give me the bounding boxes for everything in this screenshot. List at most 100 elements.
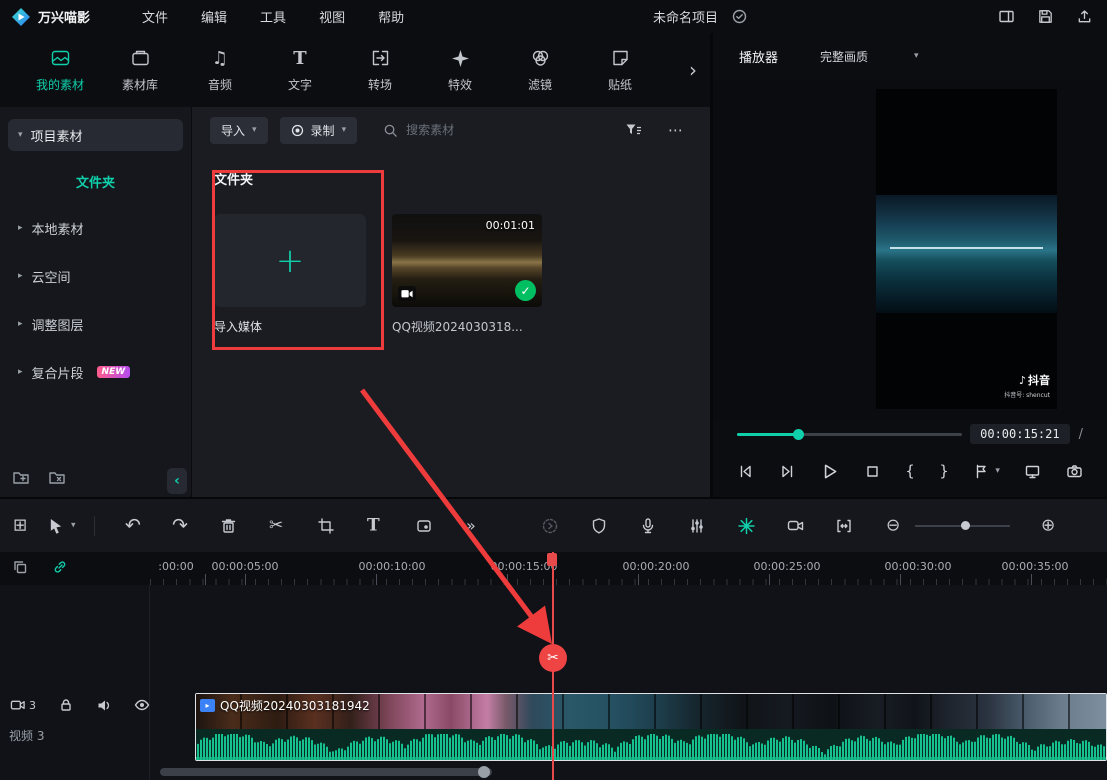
ruler-label: 00:00:35:00 xyxy=(1001,560,1068,573)
search-icon xyxy=(383,123,398,138)
caret-down-icon: ▾ xyxy=(252,125,257,135)
export-icon[interactable] xyxy=(1076,8,1093,25)
stop-button[interactable] xyxy=(864,463,881,480)
snapshot-button[interactable] xyxy=(1066,463,1083,480)
crop-button[interactable] xyxy=(318,518,334,534)
more-tabs-chevron-icon[interactable]: › xyxy=(680,33,706,107)
undo-button[interactable]: ↶ xyxy=(125,516,141,535)
select-tool-caret-icon[interactable]: ▾ xyxy=(71,521,76,530)
clip-name: QQ视频20240303181942 xyxy=(220,697,370,714)
tab-my-media[interactable]: 我的素材 xyxy=(20,33,100,107)
more-tools-button[interactable]: » xyxy=(466,518,476,534)
tab-label: 素材库 xyxy=(122,76,158,93)
next-frame-button[interactable] xyxy=(779,463,796,480)
tab-filters[interactable]: 滤镜 xyxy=(500,33,580,107)
scrollbar-handle[interactable] xyxy=(478,766,490,778)
timeline-zoom-slider[interactable] xyxy=(915,525,1010,527)
menu-view[interactable]: 视图 xyxy=(319,7,345,26)
link-icon[interactable] xyxy=(52,559,68,575)
caret-right-icon: ▸ xyxy=(18,271,23,281)
timeline-clip[interactable]: ▸ QQ视频20240303181942 xyxy=(195,693,1107,761)
marker-button[interactable]: ▾ xyxy=(973,463,1000,479)
preview-video[interactable]: ♪ 抖音 抖音号: shencut xyxy=(876,89,1057,409)
sidebar-item-label: 云空间 xyxy=(32,267,71,286)
tab-text[interactable]: T 文字 xyxy=(260,33,340,107)
mask-button[interactable] xyxy=(416,518,432,534)
track-count: 3 xyxy=(29,699,36,712)
delete-folder-icon[interactable] xyxy=(48,469,66,487)
fit-timeline-button[interactable] xyxy=(836,518,852,534)
menu-help[interactable]: 帮助 xyxy=(378,7,404,26)
duplicate-icon[interactable] xyxy=(12,559,28,575)
delete-button[interactable] xyxy=(220,517,237,534)
clip-media-icon: ▸ xyxy=(200,699,215,712)
filter-icon[interactable] xyxy=(624,121,642,139)
playhead-scissors-icon[interactable]: ✂ xyxy=(539,644,567,672)
sidebar-item-compound-clip[interactable]: ▸ 复合片段 NEW xyxy=(8,355,183,389)
redo-button[interactable]: ↷ xyxy=(172,516,188,535)
zoom-out-button[interactable]: ⊖ xyxy=(886,517,900,534)
sidebar-item-label: 复合片段 xyxy=(32,363,84,382)
motion-button[interactable] xyxy=(541,517,559,535)
search-input[interactable] xyxy=(406,123,516,137)
import-button[interactable]: 导入 ▾ xyxy=(210,117,268,144)
split-scissors-button[interactable]: ✂ xyxy=(269,517,283,534)
toolbar-divider xyxy=(94,516,95,536)
motion-track-button[interactable] xyxy=(787,518,804,534)
sidebar-item-project-media[interactable]: ▾ 项目素材 xyxy=(8,119,183,151)
project-status: 未命名项目 xyxy=(653,0,747,33)
sidebar-item-cloud[interactable]: ▸ 云空间 xyxy=(8,259,183,293)
tab-effects[interactable]: 特效 xyxy=(420,33,500,107)
zoom-in-button[interactable]: ⊕ xyxy=(1041,517,1055,534)
timecode-separator: / xyxy=(1079,427,1083,442)
menubar: 万兴喵影 文件 编辑 工具 视图 帮助 未命名项目 xyxy=(0,0,1107,33)
mute-speaker-icon[interactable] xyxy=(96,697,112,713)
mark-in-button[interactable]: { xyxy=(905,462,915,480)
mark-out-button[interactable]: } xyxy=(939,462,949,480)
sidebar-item-local-media[interactable]: ▸ 本地素材 xyxy=(8,211,183,245)
stabilize-button[interactable] xyxy=(591,517,607,534)
chroma-key-button[interactable] xyxy=(738,517,755,534)
tab-transitions[interactable]: 转场 xyxy=(340,33,420,107)
track-manager-icon[interactable]: ⊞ xyxy=(13,517,27,534)
select-tool-icon[interactable] xyxy=(48,517,64,534)
search-box[interactable] xyxy=(383,123,516,138)
music-note-icon: ♪ xyxy=(1019,374,1026,387)
playback-slider[interactable] xyxy=(737,433,962,436)
transition-icon xyxy=(370,48,391,69)
sidebar-item-label: 本地素材 xyxy=(32,219,84,238)
tab-stock-media[interactable]: 素材库 xyxy=(100,33,180,107)
video-thumbnail[interactable]: 00:01:01 ✓ xyxy=(392,214,542,307)
menu-tools[interactable]: 工具 xyxy=(260,7,286,26)
display-button[interactable] xyxy=(1024,463,1041,480)
layout-icon[interactable] xyxy=(998,8,1015,25)
record-button[interactable]: 录制 ▾ xyxy=(280,117,358,144)
sidebar-item-label: 调整图层 xyxy=(32,315,84,334)
voiceover-mic-button[interactable] xyxy=(640,517,656,534)
eye-icon[interactable] xyxy=(134,697,150,713)
zoom-slider-handle[interactable] xyxy=(961,521,970,530)
playhead-handle[interactable] xyxy=(547,553,557,566)
folder-item-label: 文件夹 xyxy=(76,172,115,191)
watermark-id: 抖音号: shencut xyxy=(1004,390,1050,399)
save-icon[interactable] xyxy=(1037,8,1054,25)
slider-handle[interactable] xyxy=(793,429,804,440)
new-folder-icon[interactable] xyxy=(12,469,30,487)
audio-mixer-button[interactable] xyxy=(689,518,705,534)
menu-file[interactable]: 文件 xyxy=(142,7,168,26)
quality-dropdown[interactable]: 完整画质 ▾ xyxy=(820,48,919,65)
horizontal-scrollbar[interactable] xyxy=(160,768,492,776)
track-name: 视频 3 xyxy=(9,727,44,744)
sidebar-item-adjustment-layer[interactable]: ▸ 调整图层 xyxy=(8,307,183,341)
player-title: 播放器 xyxy=(739,47,778,66)
collapse-sidebar-button[interactable]: ‹ xyxy=(167,468,187,494)
more-options-button[interactable]: ⋯ xyxy=(668,121,684,139)
menu-edit[interactable]: 编辑 xyxy=(201,7,227,26)
play-button[interactable] xyxy=(820,462,839,481)
text-tool-button[interactable]: T xyxy=(367,517,380,534)
previous-frame-button[interactable] xyxy=(737,463,754,480)
tab-audio[interactable]: ♫ 音频 xyxy=(180,33,260,107)
sidebar-item-folder[interactable]: 文件夹 xyxy=(8,165,183,197)
lock-icon[interactable] xyxy=(58,697,74,713)
tab-stickers[interactable]: 贴纸 xyxy=(580,33,660,107)
